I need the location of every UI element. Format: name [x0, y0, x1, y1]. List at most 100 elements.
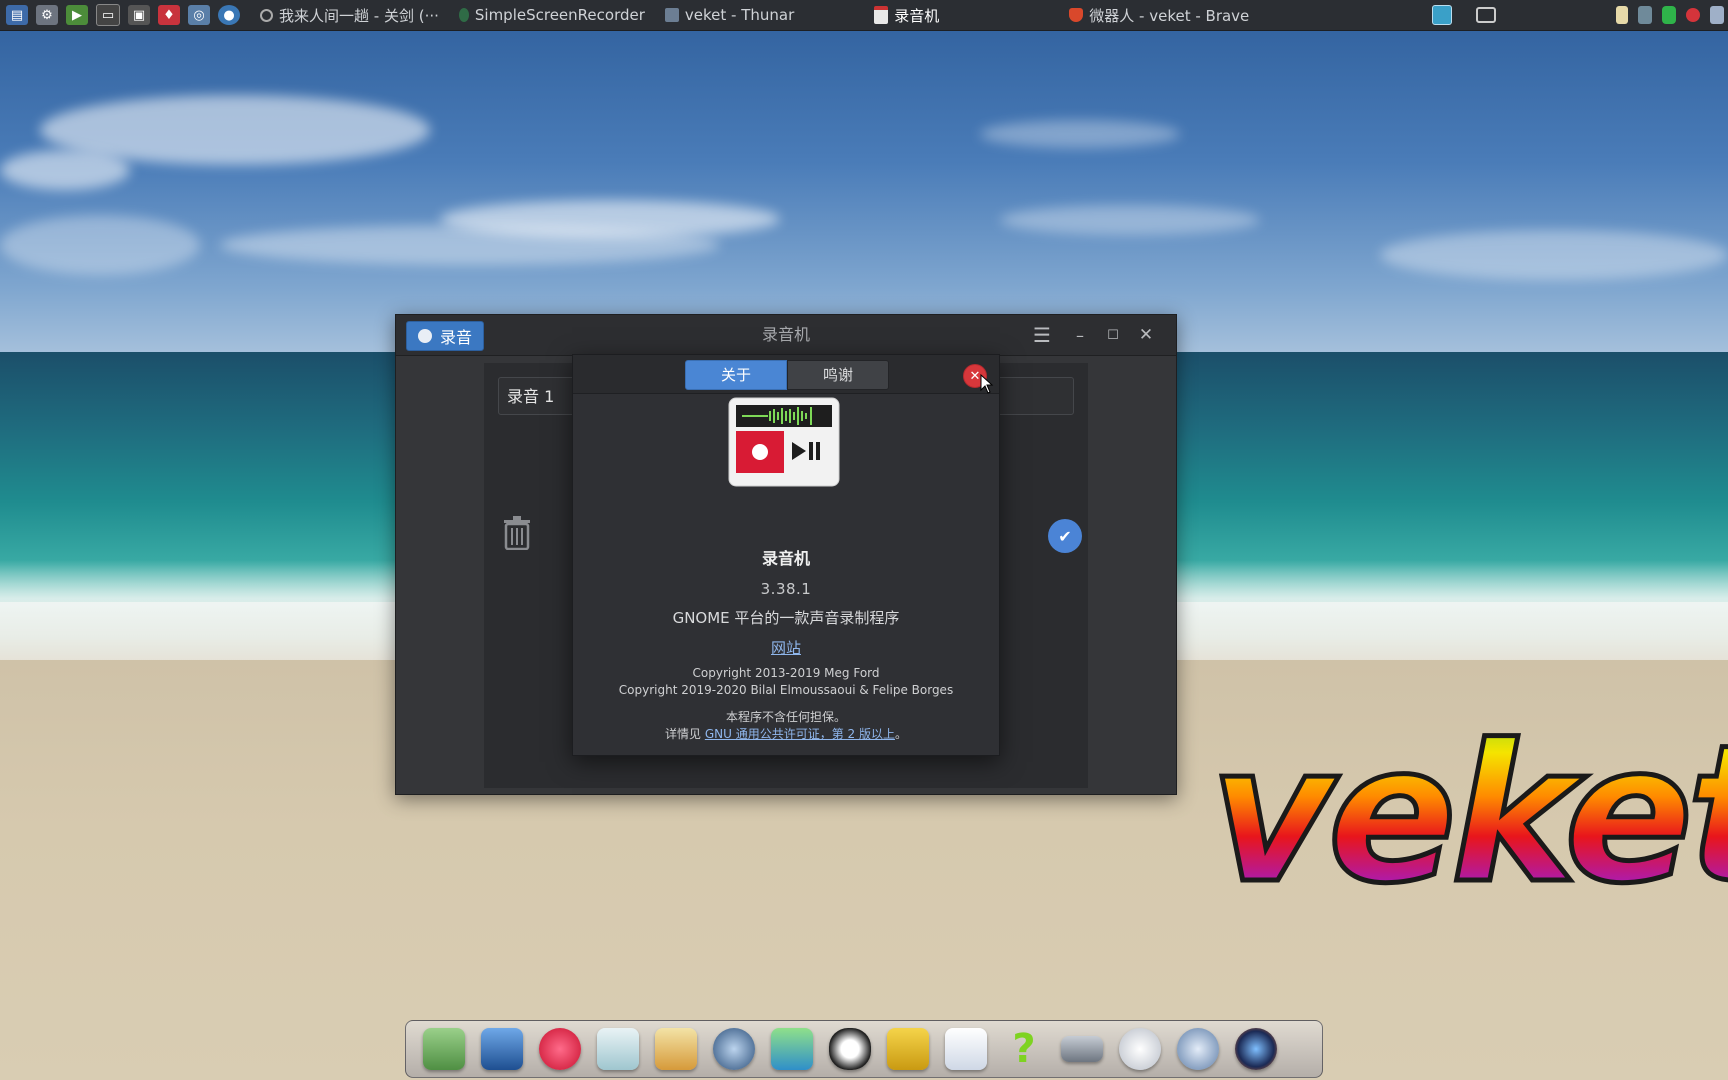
mouse-cursor-icon — [980, 374, 994, 394]
about-dialog-header: 关于 鸣谢 ✕ — [573, 355, 999, 394]
cloud — [980, 120, 1180, 148]
dock-item-drive[interactable] — [1056, 1024, 1108, 1074]
tab-credits[interactable]: 鸣谢 — [787, 360, 889, 390]
about-tabs: 关于 鸣谢 — [685, 360, 889, 390]
brave-icon — [1069, 8, 1084, 22]
globe-icon — [1177, 1028, 1219, 1070]
sound-recorder-icon — [874, 6, 889, 24]
music-icon — [260, 8, 273, 22]
dock-item-media[interactable] — [708, 1024, 760, 1074]
sky — [0, 0, 1728, 360]
play-icon[interactable]: ▶ — [66, 5, 88, 25]
printer-icon[interactable]: ▣ — [128, 5, 150, 25]
task-label: SimpleScreenRecorder — [474, 6, 645, 24]
license-prefix: 详情见 — [665, 727, 705, 741]
recording-name: 录音 1 — [507, 387, 555, 406]
workspace-icon[interactable] — [1476, 7, 1496, 23]
cloud — [1000, 205, 1260, 235]
dock-item-users[interactable] — [766, 1024, 818, 1074]
dock-item-notes[interactable] — [882, 1024, 934, 1074]
dock-item-settings[interactable] — [1114, 1024, 1166, 1074]
window-headerbar: 录音 录音机 ☰ – ☐ ✕ — [396, 315, 1176, 356]
gear-icon — [1119, 1028, 1161, 1070]
task-label: 录音机 — [894, 6, 940, 25]
dock-item-penguin[interactable] — [824, 1024, 876, 1074]
license-link[interactable]: GNU 通用公共许可证，第 2 版以上 — [705, 727, 895, 741]
dock-item-network[interactable] — [1172, 1024, 1224, 1074]
tab-about[interactable]: 关于 — [685, 360, 787, 390]
dock-item-browser[interactable] — [1230, 1024, 1282, 1074]
dock-item-computer[interactable] — [476, 1024, 528, 1074]
users-icon — [771, 1028, 813, 1070]
hamburger-menu-icon[interactable]: ☰ — [1028, 321, 1056, 349]
dock-item-mascot[interactable] — [534, 1024, 586, 1074]
system-tray — [1432, 0, 1728, 30]
web-browser-icon — [1235, 1028, 1277, 1070]
paint-icon — [655, 1028, 697, 1070]
clipboard-icon[interactable] — [1616, 6, 1628, 24]
drive-icon — [1061, 1036, 1103, 1062]
about-warranty: 本程序不含任何担保。 — [725, 710, 846, 724]
about-copyright-1: Copyright 2013-2019 Meg Ford — [692, 666, 880, 680]
sound-recorder-app-icon — [728, 397, 840, 487]
record-indicator-icon[interactable] — [1686, 8, 1700, 22]
task-thunar[interactable]: veket - Thunar — [655, 0, 804, 30]
text-editor-icon — [597, 1028, 639, 1070]
cloud — [220, 225, 720, 265]
dock-item-charts[interactable] — [940, 1024, 992, 1074]
task-sound-recorder[interactable]: 录音机 — [864, 0, 949, 30]
task-music-player[interactable]: 我来人间一趟 - 关剑 (··· — [250, 0, 449, 30]
media-player-icon — [713, 1028, 755, 1070]
display-icon[interactable] — [1432, 5, 1452, 25]
minimize-button[interactable]: – — [1066, 321, 1094, 349]
task-brave[interactable]: 微器人 - veket - Brave — [1059, 0, 1259, 30]
mascot-icon — [539, 1028, 581, 1070]
terminal-icon[interactable]: ▭ — [96, 4, 120, 26]
computer-icon — [481, 1028, 523, 1070]
keyboard-icon[interactable] — [1710, 6, 1724, 24]
dock-item-help[interactable]: ? — [998, 1024, 1050, 1074]
screen-recorder-icon — [458, 8, 469, 22]
panel-launchers: ▤ ⚙ ▶ ▭ ▣ ♦ ◎ ● — [0, 4, 240, 26]
dock: ? — [405, 1020, 1323, 1078]
trash-icon[interactable] — [500, 513, 534, 553]
menu-icon[interactable]: ▤ — [6, 5, 28, 25]
window-close-button[interactable]: ✕ — [1132, 321, 1160, 349]
help-icon: ? — [1012, 1026, 1036, 1072]
browser-icon[interactable]: ● — [218, 5, 240, 25]
notebook-icon — [887, 1028, 929, 1070]
dock-item-files[interactable] — [418, 1024, 470, 1074]
about-website-link[interactable]: 网站 — [573, 637, 999, 658]
taskbar: 我来人间一趟 - 关剑 (··· SimpleScreenRecorder ve… — [250, 0, 1259, 30]
task-label: 我来人间一趟 - 关剑 (··· — [279, 6, 439, 25]
dock-item-editor[interactable] — [592, 1024, 644, 1074]
settings-icon[interactable]: ⚙ — [36, 5, 58, 25]
about-license: 详情见 GNU 通用公共许可证，第 2 版以上。 — [573, 725, 999, 742]
license-suffix: 。 — [894, 727, 907, 741]
about-app-name: 录音机 — [761, 549, 810, 568]
confirm-check-icon[interactable]: ✔ — [1048, 519, 1082, 553]
screenshot-icon[interactable]: ◎ — [188, 5, 210, 25]
about-dialog: 关于 鸣谢 ✕ 录音机 3.38.1 GNOME 平台的一款声音录制程序 网站 … — [572, 354, 1000, 756]
battery-icon[interactable] — [1662, 6, 1676, 24]
charts-icon — [945, 1028, 987, 1070]
veket-logo: veket — [1208, 702, 1728, 901]
gem-icon[interactable]: ♦ — [158, 5, 180, 25]
window-title: 录音机 — [761, 325, 810, 344]
maximize-button[interactable]: ☐ — [1099, 321, 1127, 349]
about-version: 3.38.1 — [760, 580, 812, 598]
task-screen-recorder[interactable]: SimpleScreenRecorder — [449, 0, 655, 30]
top-panel: ▤ ⚙ ▶ ▭ ▣ ♦ ◎ ● 我来人间一趟 - 关剑 (··· SimpleS… — [0, 0, 1728, 31]
cloud — [1380, 230, 1728, 280]
cloud — [0, 150, 130, 190]
veket-logo-text: veket — [1210, 704, 1728, 900]
about-description: GNOME 平台的一款声音录制程序 — [672, 609, 900, 627]
dock-item-paint[interactable] — [650, 1024, 702, 1074]
network-icon[interactable] — [1638, 6, 1652, 24]
cloud — [0, 215, 200, 275]
folder-icon — [664, 8, 679, 22]
folder-icon — [423, 1028, 465, 1070]
task-label: 微器人 - veket - Brave — [1089, 6, 1250, 25]
task-label: veket - Thunar — [684, 6, 795, 24]
about-copyright-2: Copyright 2019-2020 Bilal Elmoussaoui & … — [618, 683, 954, 697]
